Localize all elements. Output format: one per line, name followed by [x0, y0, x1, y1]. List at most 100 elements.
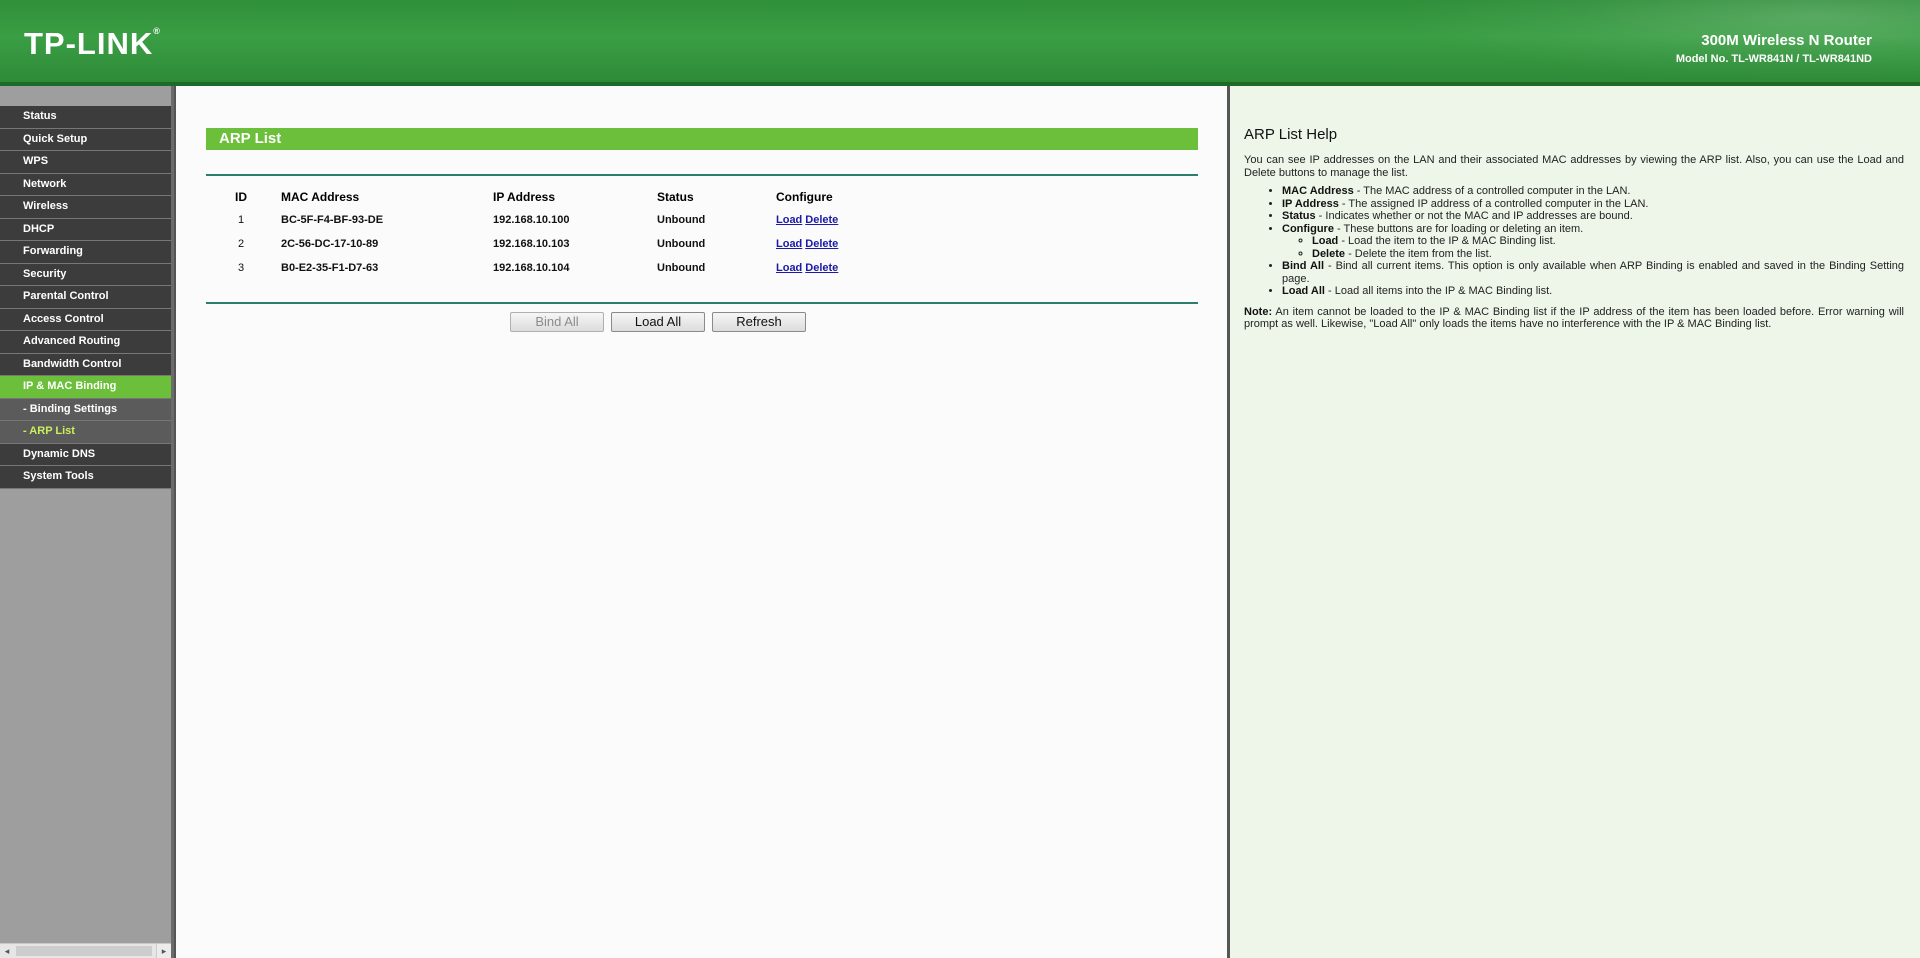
help-title: ARP List Help: [1244, 126, 1338, 143]
help-item: IP Address - The assigned IP address of …: [1282, 198, 1904, 211]
header-banner: TP-LINK® 300M Wireless N Router Model No…: [0, 0, 1920, 82]
scrollbar-thumb[interactable]: [16, 946, 152, 956]
help-intro: You can see IP addresses on the LAN and …: [1244, 154, 1904, 179]
delete-link[interactable]: Delete: [805, 238, 838, 250]
help-term: Bind All: [1282, 260, 1325, 272]
table-row: 3 B0-E2-35-F1-D7-63 192.168.10.104 Unbou…: [206, 256, 896, 280]
help-term: Configure: [1282, 222, 1334, 235]
sidebar-item-wireless[interactable]: Wireless: [0, 196, 171, 219]
help-sublist: Load - Load the item to the IP & MAC Bin…: [1282, 235, 1904, 260]
sidebar-subitem-binding-settings[interactable]: - Binding Settings: [0, 398, 171, 421]
row-ip: 192.168.10.104: [493, 262, 570, 274]
sidebar-item-forwarding[interactable]: Forwarding: [0, 241, 171, 264]
sidebar-item-system-tools[interactable]: System Tools: [0, 466, 171, 489]
sidebar-item-bandwidth-control[interactable]: Bandwidth Control: [0, 353, 171, 376]
help-item: Configure - These buttons are for loadin…: [1282, 223, 1904, 261]
sidebar-menu: Status Quick Setup WPS Network Wireless …: [0, 106, 171, 489]
row-ip: 192.168.10.100: [493, 214, 570, 226]
scroll-left-arrow-icon[interactable]: ◂: [0, 944, 14, 958]
load-all-button[interactable]: Load All: [611, 312, 705, 332]
column-header-configure: Configure: [776, 190, 833, 204]
sidebar-item-ip-mac-binding[interactable]: IP & MAC Binding: [0, 376, 171, 399]
row-configure: Load Delete: [776, 208, 896, 232]
help-desc: - Load all items into the IP & MAC Bindi…: [1324, 285, 1553, 297]
help-desc: - The MAC address of a controlled comput…: [1353, 185, 1631, 197]
arp-table: ID MAC Address IP Address Status Configu…: [206, 186, 896, 280]
table-row: 2 2C-56-DC-17-10-89 192.168.10.103 Unbou…: [206, 232, 896, 256]
help-term: Load: [1312, 235, 1339, 247]
help-desc: - Delete the item from the list.: [1345, 247, 1492, 260]
help-note-text: An item cannot be loaded to the IP & MAC…: [1244, 305, 1904, 331]
help-item: MAC Address - The MAC address of a contr…: [1282, 185, 1904, 198]
sidebar-subitem-arp-list[interactable]: - ARP List: [0, 421, 171, 444]
help-term: Status: [1282, 210, 1316, 222]
sidebar-item-status[interactable]: Status: [0, 106, 171, 129]
column-header-ip: IP Address: [493, 190, 556, 204]
bind-all-button[interactable]: Bind All: [510, 312, 604, 332]
load-link[interactable]: Load: [776, 262, 802, 274]
delete-link[interactable]: Delete: [805, 214, 838, 226]
refresh-button[interactable]: Refresh: [712, 312, 806, 332]
row-mac: 2C-56-DC-17-10-89: [281, 238, 379, 250]
help-item: Load All - Load all items into the IP & …: [1282, 285, 1904, 298]
help-term: Delete: [1312, 247, 1346, 260]
sidebar-item-dynamic-dns[interactable]: Dynamic DNS: [0, 443, 171, 466]
help-term: IP Address: [1282, 197, 1339, 210]
help-item: Bind All - Bind all current items. This …: [1282, 260, 1904, 285]
help-desc: - These buttons are for loading or delet…: [1333, 222, 1584, 235]
delete-link[interactable]: Delete: [805, 262, 838, 274]
row-status: Unbound: [657, 238, 706, 250]
help-desc: - The assigned IP address of a controlle…: [1338, 197, 1649, 210]
row-ip: 192.168.10.103: [493, 238, 570, 250]
row-configure: Load Delete: [776, 232, 896, 256]
sidebar-item-quick-setup[interactable]: Quick Setup: [0, 128, 171, 151]
sidebar-item-network[interactable]: Network: [0, 173, 171, 196]
table-top-divider: [206, 174, 1198, 176]
help-body: You can see IP addresses on the LAN and …: [1244, 154, 1904, 331]
action-buttons: Bind All Load All Refresh: [510, 312, 813, 332]
row-configure: Load Delete: [776, 256, 896, 280]
table-header-row: ID MAC Address IP Address Status Configu…: [206, 186, 896, 208]
product-model: Model No. TL-WR841N / TL-WR841ND: [1675, 53, 1872, 65]
sidebar: Status Quick Setup WPS Network Wireless …: [0, 86, 174, 958]
column-header-status: Status: [657, 190, 694, 204]
row-id: 2: [237, 238, 245, 250]
help-desc: - Load the item to the IP & MAC Binding …: [1338, 235, 1556, 247]
help-term: MAC Address: [1282, 185, 1354, 197]
help-note: Note: An item cannot be loaded to the IP…: [1244, 306, 1904, 331]
help-subitem: Delete - Delete the item from the list.: [1312, 248, 1904, 261]
table-row: 1 BC-5F-F4-BF-93-DE 192.168.10.100 Unbou…: [206, 208, 896, 232]
product-title: 300M Wireless N Router: [1701, 32, 1872, 49]
page-title: ARP List: [206, 128, 1198, 150]
logo-mark: ®: [153, 26, 161, 36]
help-term: Load All: [1282, 285, 1325, 297]
help-list: MAC Address - The MAC address of a contr…: [1244, 185, 1904, 298]
help-panel: ARP List Help You can see IP addresses o…: [1227, 86, 1920, 958]
row-id: 3: [237, 262, 245, 274]
row-mac: B0-E2-35-F1-D7-63: [281, 262, 379, 274]
main-panel: ARP List ID MAC Address IP Address Statu…: [174, 86, 1228, 958]
sidebar-item-wps[interactable]: WPS: [0, 151, 171, 174]
sidebar-item-access-control[interactable]: Access Control: [0, 308, 171, 331]
tp-link-logo: TP-LINK®: [24, 26, 161, 62]
sidebar-item-advanced-routing[interactable]: Advanced Routing: [0, 331, 171, 354]
sidebar-item-security[interactable]: Security: [0, 263, 171, 286]
help-desc: - Indicates whether or not the MAC and I…: [1315, 210, 1633, 222]
load-link[interactable]: Load: [776, 214, 802, 226]
row-id: 1: [237, 214, 245, 226]
logo-text: TP-LINK: [24, 26, 154, 61]
help-item: Status - Indicates whether or not the MA…: [1282, 210, 1904, 223]
scroll-right-arrow-icon[interactable]: ▸: [156, 944, 171, 958]
sidebar-horizontal-scrollbar[interactable]: ◂ ▸: [0, 943, 171, 958]
help-note-label: Note:: [1244, 305, 1273, 318]
column-header-id: ID: [235, 190, 247, 204]
row-status: Unbound: [657, 214, 706, 226]
row-status: Unbound: [657, 262, 706, 274]
help-subitem: Load - Load the item to the IP & MAC Bin…: [1312, 235, 1904, 248]
sidebar-item-dhcp[interactable]: DHCP: [0, 218, 171, 241]
sidebar-item-parental-control[interactable]: Parental Control: [0, 286, 171, 309]
column-header-mac: MAC Address: [281, 190, 360, 204]
load-link[interactable]: Load: [776, 238, 802, 250]
help-desc: - Bind all current items. This option is…: [1282, 260, 1904, 285]
table-bottom-divider: [206, 302, 1198, 304]
